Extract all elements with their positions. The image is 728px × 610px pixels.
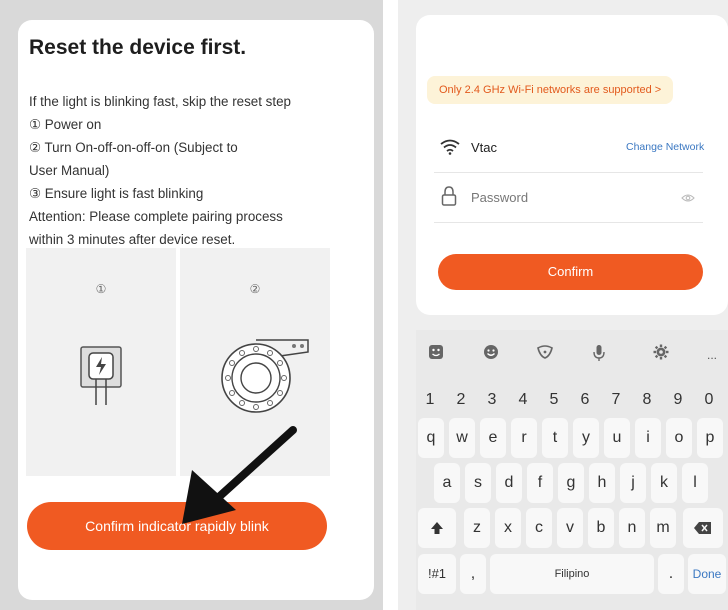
key-i[interactable]: i <box>635 418 661 458</box>
wifi-support-tip[interactable]: Only 2.4 GHz Wi-Fi networks are supporte… <box>427 76 674 104</box>
backspace-icon <box>694 521 711 534</box>
key-1[interactable]: 1 <box>417 386 443 414</box>
gif-icon[interactable] <box>534 344 556 366</box>
arrow-pointer-icon <box>182 426 297 524</box>
confirm-button[interactable]: Confirm <box>438 254 703 290</box>
key-l[interactable]: l <box>682 463 708 503</box>
settings-gear-icon[interactable] <box>650 344 672 366</box>
key-z[interactable]: z <box>464 508 490 548</box>
password-field[interactable]: Password <box>471 190 528 205</box>
keyboard: ... 1 2 3 4 5 6 7 8 9 0 q w e r t y u i … <box>416 330 728 610</box>
key-m[interactable]: m <box>650 508 676 548</box>
key-6[interactable]: 6 <box>572 386 598 414</box>
key-v[interactable]: v <box>557 508 583 548</box>
key-o[interactable]: o <box>666 418 692 458</box>
divider <box>434 172 703 173</box>
key-n[interactable]: n <box>619 508 645 548</box>
key-g[interactable]: g <box>558 463 584 503</box>
emoji-icon[interactable] <box>480 344 502 366</box>
key-k[interactable]: k <box>651 463 677 503</box>
right-screen: Only 2.4 GHz Wi-Fi networks are supporte… <box>398 0 728 610</box>
backspace-key[interactable] <box>683 508 723 548</box>
key-r[interactable]: r <box>511 418 537 458</box>
shift-arrow-icon <box>431 521 443 534</box>
key-4[interactable]: 4 <box>510 386 536 414</box>
key-b[interactable]: b <box>588 508 614 548</box>
key-p[interactable]: p <box>697 418 723 458</box>
lock-icon <box>441 186 457 206</box>
key-s[interactable]: s <box>465 463 491 503</box>
key-e[interactable]: e <box>480 418 506 458</box>
key-f[interactable]: f <box>527 463 553 503</box>
key-h[interactable]: h <box>589 463 615 503</box>
wifi-icon <box>440 139 460 155</box>
symbols-key[interactable]: !#1 <box>418 554 456 594</box>
comma-key[interactable]: , <box>460 554 486 594</box>
key-9[interactable]: 9 <box>665 386 691 414</box>
left-screen: Reset the device first. If the light is … <box>0 0 383 610</box>
key-7[interactable]: 7 <box>603 386 629 414</box>
key-a[interactable]: a <box>434 463 460 503</box>
more-icon[interactable]: ... <box>701 344 723 366</box>
sticker-icon[interactable] <box>425 344 447 366</box>
wifi-ssid: Vtac <box>471 140 498 155</box>
key-j[interactable]: j <box>620 463 646 503</box>
shift-key[interactable] <box>418 508 456 548</box>
divider <box>434 222 703 223</box>
eye-icon[interactable] <box>681 193 695 203</box>
change-network-link[interactable]: Change Network <box>626 141 704 153</box>
key-3[interactable]: 3 <box>479 386 505 414</box>
key-d[interactable]: d <box>496 463 522 503</box>
key-2[interactable]: 2 <box>448 386 474 414</box>
key-0[interactable]: 0 <box>696 386 722 414</box>
period-key[interactable]: . <box>658 554 684 594</box>
key-u[interactable]: u <box>604 418 630 458</box>
microphone-icon[interactable] <box>588 344 610 366</box>
done-key[interactable]: Done <box>688 554 726 594</box>
key-w[interactable]: w <box>449 418 475 458</box>
key-5[interactable]: 5 <box>541 386 567 414</box>
key-x[interactable]: x <box>495 508 521 548</box>
key-c[interactable]: c <box>526 508 552 548</box>
key-8[interactable]: 8 <box>634 386 660 414</box>
key-t[interactable]: t <box>542 418 568 458</box>
key-q[interactable]: q <box>418 418 444 458</box>
space-bar[interactable]: Filipino <box>490 554 654 594</box>
key-y[interactable]: y <box>573 418 599 458</box>
